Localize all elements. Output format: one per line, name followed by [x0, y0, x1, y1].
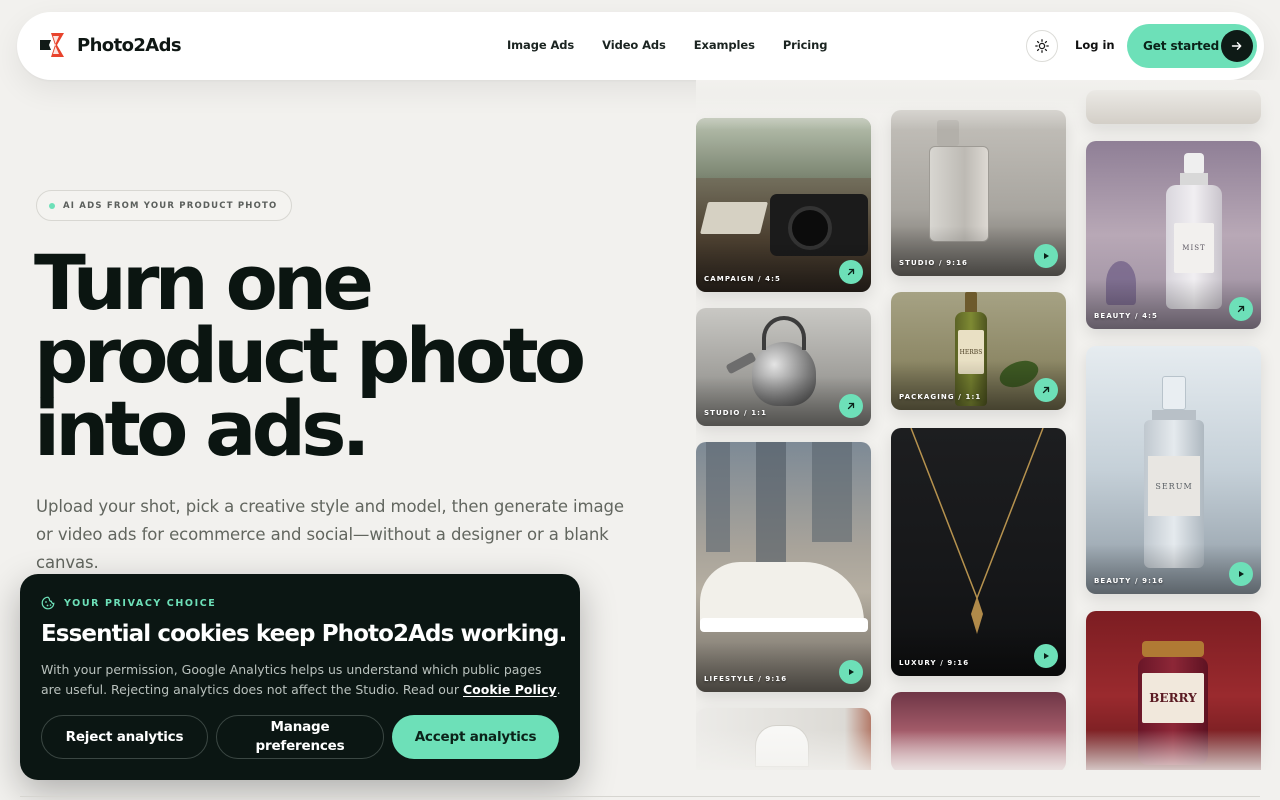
open-arrow-icon[interactable] — [839, 394, 863, 418]
headline-line-2: product photo — [34, 311, 586, 400]
cookie-title: Essential cookies keep Photo2Ads working… — [41, 621, 567, 647]
gallery-tile-shirt[interactable] — [696, 708, 871, 770]
gallery-tile-kettle[interactable]: STUDIO / 1:1 — [696, 308, 871, 426]
hero-subtext: Upload your shot, pick a creative style … — [36, 497, 624, 572]
eyebrow-text: AI ADS FROM YOUR PRODUCT PHOTO — [63, 200, 278, 211]
gallery-tile-necklace[interactable]: LUXURY / 9:16 — [891, 428, 1066, 676]
reject-analytics-button[interactable]: Reject analytics — [41, 715, 208, 759]
get-started-button[interactable]: Get started — [1127, 24, 1257, 68]
tile-label: PACKAGING / 1:1 — [899, 393, 982, 401]
accept-analytics-button[interactable]: Accept analytics — [392, 715, 559, 759]
tile-label: LUXURY / 9:16 — [899, 659, 970, 667]
tile-label: CAMPAIGN / 4:5 — [704, 275, 782, 283]
cookie-eyebrow: YOUR PRIVACY CHOICE — [41, 596, 216, 610]
brand-logo[interactable]: Photo2Ads — [37, 30, 182, 60]
site-header: Photo2Ads Image Ads Video Ads Examples P… — [17, 12, 1264, 80]
sun-icon — [1035, 39, 1049, 53]
play-icon[interactable] — [1034, 644, 1058, 668]
serum-label-text: SERUM — [1155, 481, 1193, 491]
play-icon[interactable] — [1229, 562, 1253, 586]
manage-preferences-button[interactable]: Manage preferences — [216, 715, 384, 759]
gallery-tile-top-strip — [1086, 90, 1261, 124]
tile-label: BEAUTY / 9:16 — [1094, 577, 1164, 585]
eyebrow-pill: AI ADS FROM YOUR PRODUCT PHOTO — [36, 190, 293, 221]
gallery-tile-berry-splash[interactable] — [891, 692, 1066, 770]
nav-pricing[interactable]: Pricing — [783, 38, 828, 52]
headline-line-3: into ads. — [34, 384, 371, 473]
nav-image-ads[interactable]: Image Ads — [507, 38, 574, 52]
play-icon[interactable] — [1034, 244, 1058, 268]
gallery-tile-mist[interactable]: MIST BEAUTY / 4:5 — [1086, 141, 1261, 329]
tile-label: STUDIO / 1:1 — [704, 409, 768, 417]
nav-examples[interactable]: Examples — [694, 38, 755, 52]
gallery-tile-berry-jar[interactable]: BERRY — [1086, 611, 1261, 770]
gallery-tile-herbs[interactable]: HERBS PACKAGING / 1:1 — [891, 292, 1066, 410]
tile-label: BEAUTY / 4:5 — [1094, 312, 1159, 320]
main-nav: Image Ads Video Ads Examples Pricing — [507, 38, 827, 52]
divider — [20, 796, 1260, 797]
gallery-tile-sneaker[interactable]: LIFESTYLE / 9:16 — [696, 442, 871, 692]
gallery-tile-serum[interactable]: SERUM BEAUTY / 9:16 — [1086, 346, 1261, 594]
open-arrow-icon[interactable] — [1229, 297, 1253, 321]
cookie-icon — [41, 596, 55, 610]
play-icon[interactable] — [839, 660, 863, 684]
logo-icon — [40, 33, 64, 57]
cookie-eyebrow-text: YOUR PRIVACY CHOICE — [64, 597, 217, 609]
gallery-tile-camera[interactable]: CAMPAIGN / 4:5 — [696, 118, 871, 292]
arrow-right-icon — [1221, 30, 1253, 62]
tile-label: LIFESTYLE / 9:16 — [704, 675, 788, 683]
hero-headline: Turn one product photo into ads. — [34, 238, 674, 473]
login-link[interactable]: Log in — [1075, 38, 1115, 52]
status-dot — [49, 202, 55, 209]
cookie-body-end: . — [556, 682, 561, 697]
mist-label-text: MIST — [1182, 244, 1206, 252]
ad-example-gallery: CAMPAIGN / 4:5 STUDIO / 1:1 LIFESTYLE / … — [696, 90, 1280, 770]
cookie-body: With your permission, Google Analytics h… — [41, 660, 561, 700]
headline-line-1: Turn one — [34, 238, 374, 327]
cookie-policy-link[interactable]: Cookie Policy — [463, 682, 557, 697]
theme-toggle-button[interactable] — [1026, 30, 1058, 62]
herbs-label-text: HERBS — [959, 348, 983, 356]
brand-name: Photo2Ads — [77, 34, 182, 56]
open-arrow-icon[interactable] — [839, 260, 863, 284]
gallery-tile-perfume[interactable]: STUDIO / 9:16 — [891, 110, 1066, 276]
cookie-consent-banner: YOUR PRIVACY CHOICE Essential cookies ke… — [20, 574, 580, 780]
berry-label-text: BERRY — [1149, 691, 1197, 705]
open-arrow-icon[interactable] — [1034, 378, 1058, 402]
get-started-label: Get started — [1143, 39, 1220, 53]
nav-video-ads[interactable]: Video Ads — [602, 38, 666, 52]
tile-label: STUDIO / 9:16 — [899, 259, 969, 267]
